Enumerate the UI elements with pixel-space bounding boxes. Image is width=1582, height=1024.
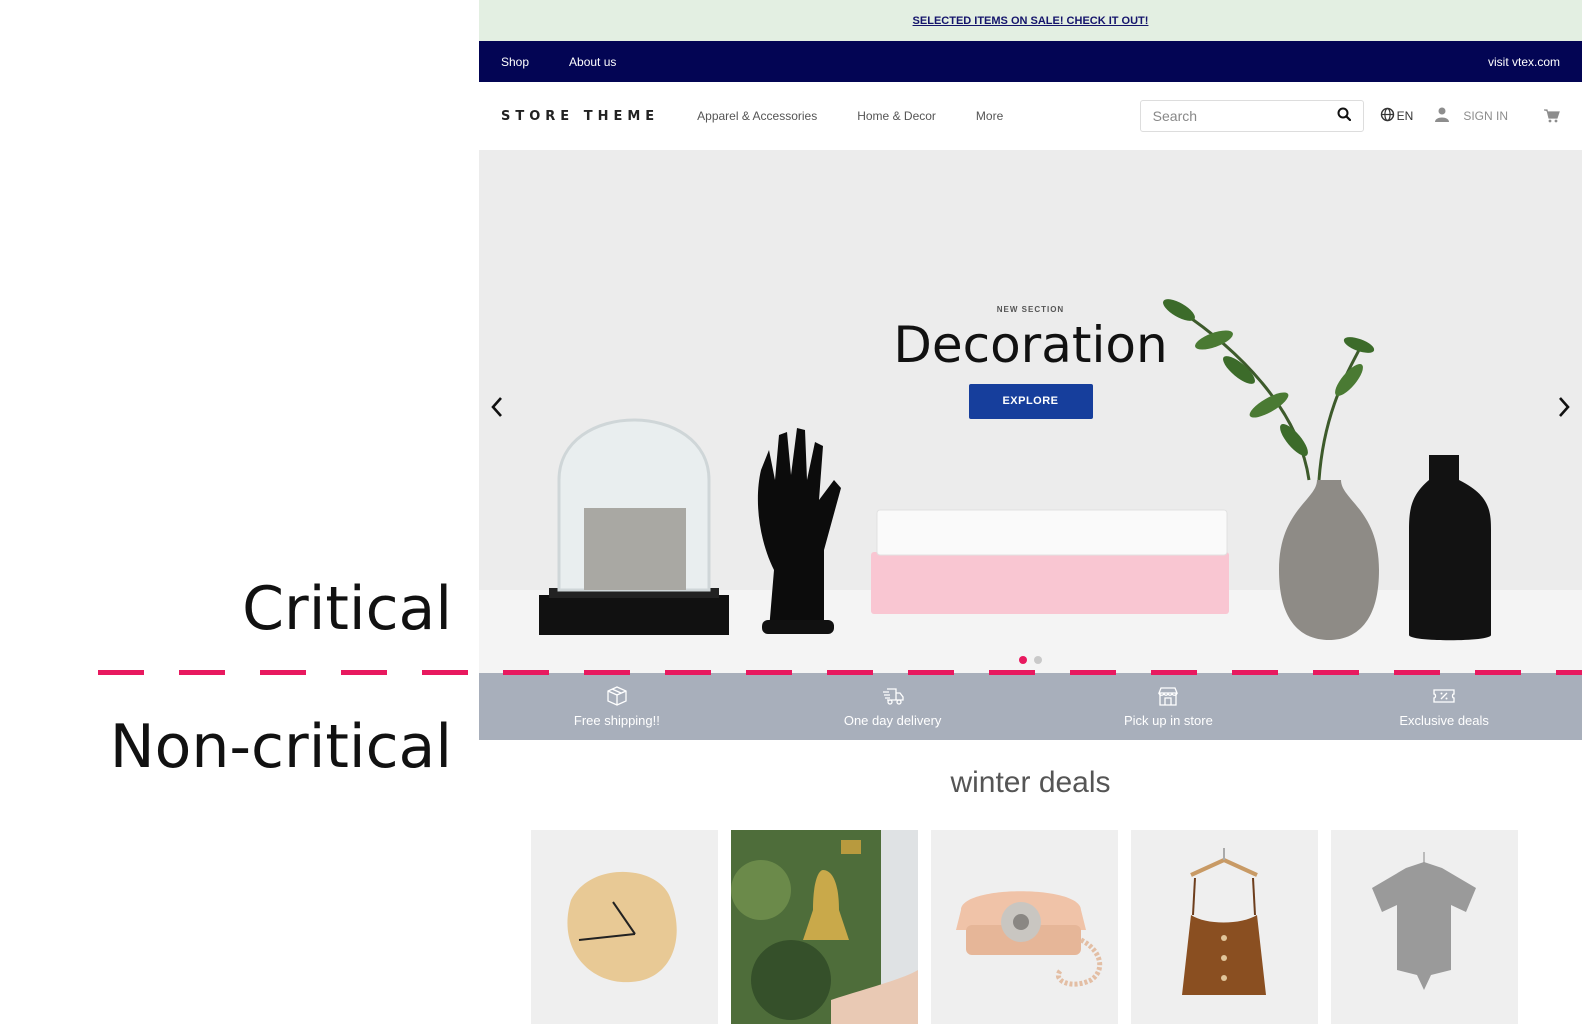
feature-one-day-delivery: One day delivery: [755, 673, 1031, 740]
feature-label: One day delivery: [843, 712, 942, 728]
rotary-telephone-image: [956, 891, 1103, 987]
store-icon: [1157, 686, 1179, 713]
hero-carousel: NEW SECTION Decoration EXPLORE: [479, 150, 1582, 673]
globe-icon: [1380, 107, 1397, 125]
delivery-truck-icon: [882, 686, 904, 713]
store-logo[interactable]: STORE THEME: [501, 109, 659, 124]
shelf-title: winter deals: [950, 766, 1111, 799]
feature-label: Exclusive deals: [1399, 712, 1489, 728]
hero-content: NEW SECTION Decoration EXPLORE: [479, 305, 1582, 419]
brass-bell-image: [731, 830, 918, 1024]
feature-free-shipping: Free shipping!!: [479, 673, 755, 740]
features-bar: Free shipping!! One day delivery Pick up…: [479, 673, 1582, 740]
sign-in-button[interactable]: SIGN IN: [1435, 107, 1508, 125]
fold-divider-line: [98, 670, 1582, 675]
top-nav-shop[interactable]: Shop: [501, 55, 529, 69]
visit-vtex-link[interactable]: visit vtex.com: [1488, 55, 1560, 69]
top-nav-about[interactable]: About us: [569, 55, 616, 69]
cart-icon[interactable]: [1544, 109, 1560, 123]
language-selector[interactable]: EN: [1380, 107, 1414, 125]
promo-link[interactable]: SELECTED ITEMS ON SALE! CHECK IT OUT!: [913, 15, 1149, 27]
product-card-brown-camisole[interactable]: [1131, 830, 1318, 1024]
page: Critical Non-critical SELECTED ITEMS ON …: [0, 0, 1582, 1024]
language-label: EN: [1396, 109, 1414, 123]
main-header: STORE THEME Apparel & Accessories Home &…: [479, 82, 1582, 150]
product-card-rotary-telephone[interactable]: [931, 830, 1118, 1024]
brown-camisole-image: [1182, 848, 1266, 995]
carousel-prev-arrow-icon[interactable]: [489, 395, 505, 424]
feature-label: Pick up in store: [1123, 712, 1213, 728]
carousel-dot-2[interactable]: [1034, 656, 1042, 664]
hero-title: Decoration: [893, 316, 1168, 374]
user-icon: [1435, 107, 1463, 125]
hero-eyebrow: NEW SECTION: [996, 305, 1065, 314]
ticket-icon: [1433, 686, 1455, 713]
explore-button[interactable]: EXPLORE: [968, 384, 1093, 419]
carousel-dot-1[interactable]: [1019, 656, 1027, 664]
search-box: [1139, 100, 1364, 132]
search-input[interactable]: [1152, 108, 1337, 124]
carousel-dots: [479, 656, 1582, 664]
product-card-wall-clock[interactable]: [531, 830, 718, 1024]
feature-pick-up-in-store: Pick up in store: [1031, 673, 1307, 740]
promo-bar: SELECTED ITEMS ON SALE! CHECK IT OUT!: [479, 0, 1582, 41]
sign-in-label: SIGN IN: [1463, 109, 1508, 123]
package-icon: [606, 685, 628, 713]
search-icon[interactable]: [1337, 107, 1351, 126]
product-card-grey-tshirt[interactable]: [1331, 830, 1518, 1024]
carousel-next-arrow-icon[interactable]: [1556, 395, 1572, 424]
critical-label: Critical: [242, 574, 452, 644]
store-frame: SELECTED ITEMS ON SALE! CHECK IT OUT! Sh…: [479, 0, 1582, 1024]
feature-label: Free shipping!!: [573, 712, 660, 728]
menu-more[interactable]: More: [976, 109, 1003, 123]
wall-clock-image: [567, 871, 677, 983]
grey-tshirt-image: [1372, 852, 1476, 990]
feature-exclusive-deals: Exclusive deals: [1306, 673, 1582, 740]
menu-home-decor[interactable]: Home & Decor: [857, 109, 936, 123]
menu-apparel[interactable]: Apparel & Accessories: [697, 109, 817, 123]
top-nav: Shop About us visit vtex.com: [479, 41, 1582, 82]
product-shelf: [479, 830, 1582, 1024]
non-critical-label: Non-critical: [109, 712, 452, 782]
product-card-brass-bell[interactable]: [731, 830, 918, 1024]
